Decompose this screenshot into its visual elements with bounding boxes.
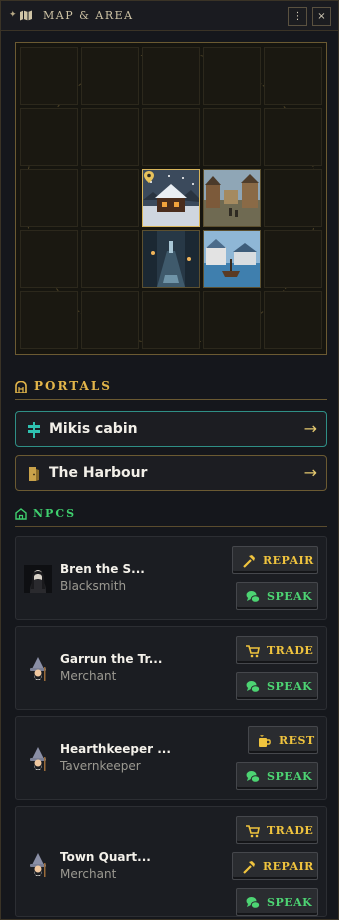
npc-card-garrun[interactable]: Garrun the Tr... Merchant TRADE SPEAK <box>15 626 327 710</box>
npc-name: Town Quart... <box>60 850 151 864</box>
speak-label: SPEAK <box>267 590 313 603</box>
door-icon <box>29 467 39 481</box>
npc-wizard-avatar-icon <box>30 747 46 771</box>
trade-label: TRADE <box>267 824 314 837</box>
npc-house-icon <box>15 508 27 520</box>
rest-button[interactable]: REST <box>248 726 318 754</box>
portal-label: Mikis cabin <box>49 421 138 437</box>
rest-label: REST <box>279 734 315 747</box>
town-square-thumbnail <box>204 170 260 226</box>
signpost-icon <box>28 422 40 438</box>
map-cell-empty <box>20 230 78 288</box>
npc-wizard-avatar-icon <box>30 853 46 877</box>
repair-label: REPAIR <box>263 554 314 567</box>
cart-icon <box>246 825 260 838</box>
map-cell-empty <box>81 169 139 227</box>
menu-button[interactable]: ⋮ <box>288 7 307 26</box>
speech-bubbles-icon <box>246 771 260 783</box>
npc-wizard-avatar-icon <box>30 657 46 681</box>
npc-name: Hearthkeeper ... <box>60 742 171 756</box>
npcs-divider <box>15 526 327 527</box>
speech-bubbles-icon <box>246 681 260 693</box>
hammer-icon <box>243 555 255 568</box>
rainy-alley-thumbnail <box>143 231 199 287</box>
map-area-panel: ✦ MAP & AREA ⋮ × PORTALS Mikis cabin → T… <box>0 0 339 920</box>
portals-divider <box>15 399 327 400</box>
portals-heading: PORTALS <box>34 379 112 393</box>
speak-label: SPEAK <box>267 680 313 693</box>
panel-title: MAP & AREA <box>43 9 134 22</box>
portal-gate-icon <box>15 381 27 393</box>
speak-button[interactable]: SPEAK <box>236 582 318 610</box>
speak-button[interactable]: SPEAK <box>236 762 318 790</box>
portal-mikis-cabin[interactable]: Mikis cabin → <box>15 411 327 447</box>
speech-bubbles-icon <box>246 591 260 603</box>
map-cell-empty <box>142 47 200 105</box>
trade-button[interactable]: TRADE <box>236 636 318 664</box>
speak-label: SPEAK <box>267 896 313 909</box>
trade-button[interactable]: TRADE <box>236 816 318 844</box>
repair-button[interactable]: REPAIR <box>232 546 318 574</box>
map-cell-empty <box>203 108 261 166</box>
npc-role: Merchant <box>60 669 117 683</box>
map-cell-empty <box>264 230 322 288</box>
map-tile-cabin[interactable] <box>142 169 200 227</box>
repair-button[interactable]: REPAIR <box>232 852 318 880</box>
npc-role: Merchant <box>60 867 117 881</box>
close-button[interactable]: × <box>312 7 331 26</box>
map-cell-empty <box>142 291 200 349</box>
portal-the-harbour[interactable]: The Harbour → <box>15 455 327 491</box>
map-cell-empty <box>203 47 261 105</box>
map-cell-empty <box>264 169 322 227</box>
npc-role: Blacksmith <box>60 579 127 593</box>
harbour-thumbnail <box>204 231 260 287</box>
arrow-right-icon: → <box>303 463 317 482</box>
npc-role: Tavernkeeper <box>60 759 141 773</box>
npc-card-town-quartermaster[interactable]: Town Quart... Merchant TRADE REPAIR SPEA… <box>15 806 327 917</box>
drag-handle-icon[interactable]: ✦ <box>9 10 17 20</box>
npc-name: Bren the S... <box>60 562 145 576</box>
map-icon <box>20 10 32 21</box>
speak-button[interactable]: SPEAK <box>236 672 318 700</box>
map-cell-empty <box>20 47 78 105</box>
map-cell-empty <box>142 108 200 166</box>
panel-header[interactable]: ✦ MAP & AREA ⋮ × <box>1 1 338 31</box>
speak-button[interactable]: SPEAK <box>236 888 318 916</box>
map-cell-empty <box>20 291 78 349</box>
npc-card-bren[interactable]: Bren the S... Blacksmith REPAIR SPEAK <box>15 536 327 620</box>
map-cell-empty <box>20 169 78 227</box>
arrow-right-icon: → <box>303 419 317 438</box>
speak-label: SPEAK <box>267 770 313 783</box>
npcs-heading: NPCS <box>33 507 77 520</box>
map-cell-empty <box>264 47 322 105</box>
area-map <box>15 42 327 355</box>
map-cell-empty <box>264 108 322 166</box>
cart-icon <box>246 645 260 658</box>
mug-icon <box>259 734 271 747</box>
map-cell-empty <box>81 47 139 105</box>
map-tile-rainy-alley[interactable] <box>142 230 200 288</box>
map-cell-empty <box>81 230 139 288</box>
repair-label: REPAIR <box>263 860 314 873</box>
npc-name: Garrun the Tr... <box>60 652 163 666</box>
map-cell-empty <box>203 291 261 349</box>
location-pin-icon <box>144 171 154 183</box>
map-cell-empty <box>81 108 139 166</box>
npc-portrait <box>24 565 52 593</box>
npc-card-hearthkeeper[interactable]: Hearthkeeper ... Tavernkeeper REST SPEAK <box>15 716 327 800</box>
map-cell-empty <box>264 291 322 349</box>
speech-bubbles-icon <box>246 897 260 909</box>
hammer-icon <box>243 861 255 874</box>
map-tile-town-square[interactable] <box>203 169 261 227</box>
map-cell-empty <box>81 291 139 349</box>
portal-label: The Harbour <box>49 465 148 481</box>
trade-label: TRADE <box>267 644 314 657</box>
map-cell-empty <box>20 108 78 166</box>
map-tile-harbour[interactable] <box>203 230 261 288</box>
